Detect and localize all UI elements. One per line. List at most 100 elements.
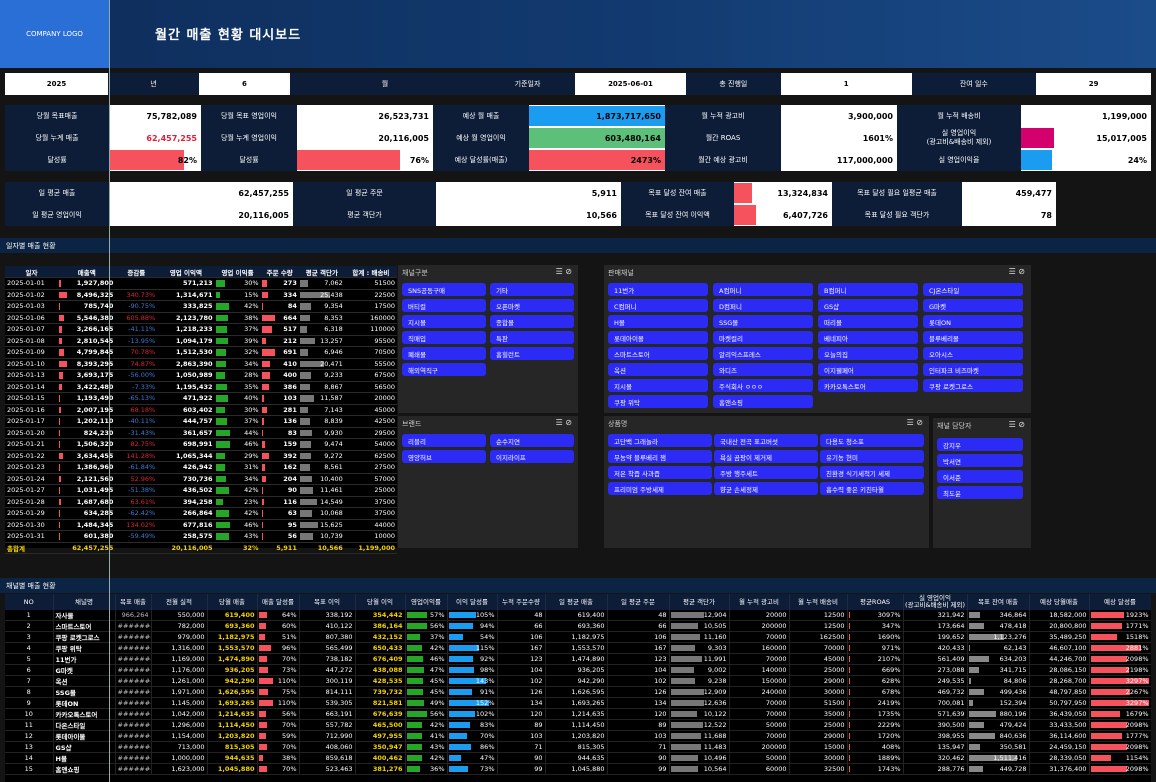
slicer-item[interactable]: 알리익스프레스 [713, 347, 813, 360]
daily-cell-text: 44% [244, 428, 259, 437]
month-input[interactable]: 6 [198, 73, 291, 95]
slicer-item[interactable]: 지시몰 [608, 379, 708, 392]
clear-filter-icon[interactable]: ⊘ [916, 418, 923, 427]
channel-cell-text: 619,400 [577, 611, 605, 619]
channel-cell: 48,797,850 [1029, 686, 1090, 698]
slicer-item[interactable]: 옥션 [608, 363, 708, 376]
slicer-item[interactable]: 주방 행주세트 [714, 466, 818, 479]
channel-cell: 2229% [847, 719, 904, 731]
slicer-item[interactable]: G마켓 [923, 299, 1023, 312]
channel-cell-text: 12500 [823, 622, 845, 630]
slicer-item[interactable]: 베네피아 [818, 331, 918, 344]
slicer-item[interactable]: 국내산 전곡 표고버섯 [714, 434, 818, 447]
multi-select-icon[interactable]: ☰ [1009, 267, 1019, 276]
slicer-item[interactable]: 쿠팡 위탁 [608, 395, 708, 408]
slicer-item[interactable]: H몰 [608, 315, 708, 328]
slicer-item[interactable]: 이지라이프 [490, 450, 574, 463]
channel-cell: G마켓 [53, 664, 116, 676]
slicer-item[interactable]: 다용도 청소포 [820, 434, 924, 447]
slicer-item[interactable]: 해외역직구 [402, 363, 486, 376]
slicer-item[interactable]: 기타 [490, 283, 574, 296]
channel-cell: 쿠팡 위탁 [53, 642, 116, 654]
slicer-item[interactable]: 강지우 [937, 438, 1023, 451]
clear-filter-icon[interactable]: ⊘ [1018, 267, 1025, 276]
slicer-item[interactable]: 스마트스토어 [608, 347, 708, 360]
slicer-item[interactable]: 지시몰 [402, 315, 486, 328]
slicer-item[interactable]: 오아시스 [923, 347, 1023, 360]
slicer-item[interactable]: CJ온스타일 [923, 283, 1023, 296]
slicer-item[interactable]: 리블리 [402, 434, 486, 447]
slicer-item[interactable]: 홈힐런트 [490, 347, 574, 360]
clear-filter-icon[interactable]: ⊘ [1018, 420, 1025, 429]
multi-select-icon[interactable]: ☰ [556, 418, 566, 427]
multi-select-icon[interactable]: ☰ [1009, 420, 1019, 429]
slicer-item[interactable]: 프리미엄 주방세제 [608, 482, 712, 495]
slicer-item[interactable]: 영양허브 [402, 450, 486, 463]
slicer-item[interactable]: 오늘의집 [818, 347, 918, 360]
channel-cell: 5 [5, 653, 54, 665]
channel-cell-text: 6 [26, 666, 31, 674]
slicer-item[interactable]: SNS공동구매 [402, 283, 486, 296]
slicer-item[interactable]: 와디즈 [713, 363, 813, 376]
clear-filter-icon[interactable]: ⊘ [565, 418, 572, 427]
slicer-item[interactable]: 롯데ON [923, 315, 1023, 328]
slicer-item[interactable]: 폐쇄몰 [402, 347, 486, 360]
slicer-item[interactable]: 롯데아이몰 [608, 331, 708, 344]
slicer-item[interactable]: 카카오톡스토어 [818, 379, 918, 392]
slicer-item[interactable]: 고단백 그래놀라 [608, 434, 712, 447]
slicer-item[interactable]: 박서연 [937, 454, 1023, 467]
channel-cell: 199,652 [903, 631, 968, 643]
channel-cell-text: 663,191 [325, 710, 353, 718]
channel-cell-text: 50,797,950 [1049, 699, 1087, 707]
channel-cell-text: 350,581 [999, 743, 1027, 751]
daily-total-row: 총합계 62,457,255 20,116,005 32% 5,911 10,566 1,1… [5, 542, 397, 554]
channel-cell: 60000 [729, 763, 790, 775]
slicer-item[interactable]: 떠리몰 [818, 315, 918, 328]
channel-cell-text: 1,474,890 [217, 655, 255, 663]
year-input[interactable]: 2025 [5, 73, 108, 95]
slicer-item[interactable]: 오픈마켓 [490, 299, 574, 312]
slicer-item[interactable]: 버티컬 [402, 299, 486, 312]
daily-cell-text: -7.33% [132, 382, 156, 391]
daily-cell: 32% [214, 346, 261, 359]
clear-filter-icon[interactable]: ⊘ [565, 267, 572, 276]
channel-cell-text: 167 [654, 644, 667, 652]
slicer-item[interactable]: 인터파크 비즈마켓 [923, 363, 1023, 376]
slicer-item[interactable]: 주식회사 ㅇㅇㅇ [713, 379, 813, 392]
slicer-item[interactable]: 순수지연 [490, 434, 574, 447]
slicer-item[interactable]: 향균 손세정제 [714, 482, 818, 495]
slicer-item[interactable]: SSG몰 [713, 315, 813, 328]
slicer-item[interactable]: 11번가 [608, 283, 708, 296]
daily-header-cell[interactable]: 일자 [5, 266, 59, 278]
slicer-item[interactable]: 저온 착즙 사과즙 [608, 466, 712, 479]
slicer-item[interactable]: D컴퍼니 [713, 299, 813, 312]
slicer-item[interactable]: 홈앤쇼핑 [713, 395, 813, 408]
slicer-item[interactable]: 욕실 곰팡이 제거제 [714, 450, 818, 463]
sales-rate-bar [258, 722, 268, 728]
slicer-item[interactable]: 직매입 [402, 331, 486, 344]
daily-cell: 436,502 [157, 484, 215, 497]
daily-cell-text: -65.13% [128, 394, 156, 403]
slicer-item[interactable]: 무농약 블루베리 잼 [608, 450, 712, 463]
daily-row: 2025-01-10 8,393,295 74.87% 2,863,390 34% 410… [5, 358, 397, 370]
slicer-item[interactable]: A컴퍼니 [713, 283, 813, 296]
multi-select-icon[interactable]: ☰ [556, 267, 566, 276]
slicer-item[interactable]: 이지웰페어 [818, 363, 918, 376]
slicer-item[interactable]: 블루베리몰 [923, 331, 1023, 344]
slicer-item[interactable]: 유기농 현미 [820, 450, 924, 463]
slicer-item[interactable]: 특판 [490, 331, 574, 344]
multi-select-icon[interactable]: ☰ [907, 418, 917, 427]
slicer-item[interactable]: GS샵 [818, 299, 918, 312]
daily-row: 2025-01-16 2,007,195 68.18% 603,402 30% 281 7,… [5, 404, 397, 416]
slicer-item[interactable]: 흡수력 좋은 키친타월 [820, 482, 924, 495]
slicer-item[interactable]: 종합몰 [490, 315, 574, 328]
slicer-item[interactable]: 쿠팡 로켓그로스 [923, 379, 1023, 392]
slicer-item[interactable]: 친환경 식기세척기 세제 [820, 466, 924, 479]
channel-cell: ####### [115, 642, 152, 654]
slicer-item[interactable]: B컴퍼니 [818, 283, 918, 296]
slicer-item[interactable]: C컴퍼니 [608, 299, 708, 312]
slicer-item[interactable]: 이서준 [937, 470, 1023, 483]
slicer-item[interactable]: 마켓컬리 [713, 331, 813, 344]
slicer-item[interactable]: 최도윤 [937, 486, 1023, 499]
base-date-input[interactable]: 2025-06-01 [575, 73, 686, 95]
